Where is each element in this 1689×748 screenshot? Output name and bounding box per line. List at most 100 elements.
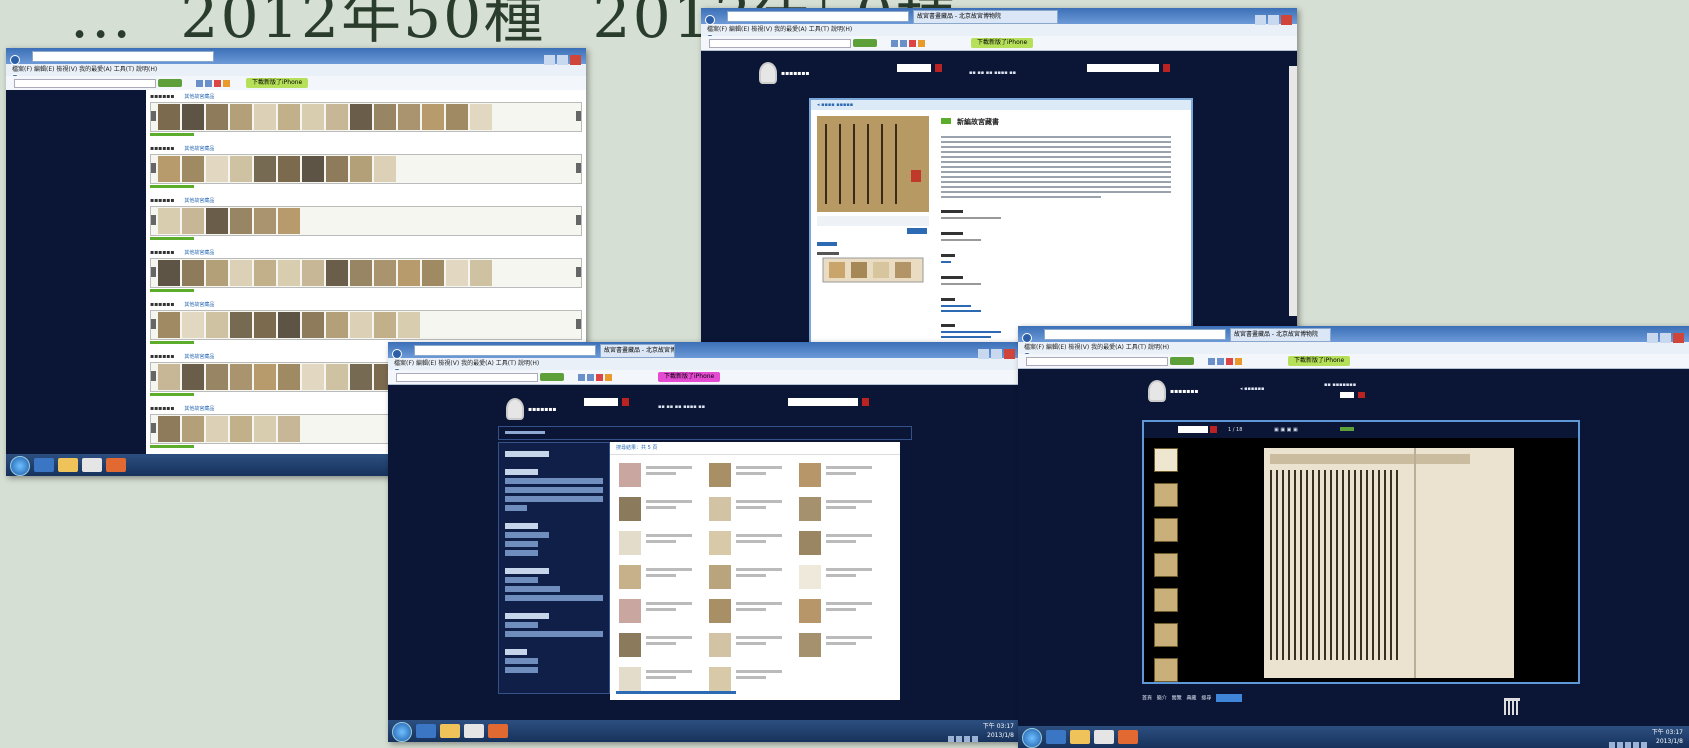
- result-thumbnail[interactable]: [799, 463, 821, 487]
- site-search-select[interactable]: [584, 398, 618, 406]
- scroll-image[interactable]: [817, 116, 929, 212]
- toolbar-search-input[interactable]: [14, 79, 156, 88]
- artwork-thumbnail[interactable]: [230, 156, 252, 182]
- artwork-thumbnail[interactable]: [326, 364, 348, 390]
- artwork-thumbnail[interactable]: [182, 364, 204, 390]
- artwork-thumbnail[interactable]: [326, 260, 348, 286]
- artwork-thumbnail[interactable]: [254, 364, 276, 390]
- taskbar-folder-icon[interactable]: [440, 724, 460, 738]
- taskbar-ppt-icon[interactable]: [1118, 730, 1138, 744]
- gallery-row[interactable]: ▪▪▪▪▪▪ 其他故宮藏品: [150, 246, 582, 298]
- artwork-thumbnail[interactable]: [398, 312, 420, 338]
- strip-prev-arrow[interactable]: [151, 319, 156, 329]
- promo-button[interactable]: 下載新版了iPhone: [246, 78, 309, 88]
- filter-sidebar[interactable]: [498, 442, 610, 694]
- artwork-thumbnail[interactable]: [422, 104, 444, 130]
- strip-next-arrow[interactable]: [576, 267, 581, 277]
- viewer-select[interactable]: [1178, 426, 1208, 433]
- promo-button[interactable]: 下載新版了iPhone: [971, 38, 1034, 48]
- window-controls[interactable]: [542, 50, 582, 65]
- gallery-row-more-link[interactable]: 其他故宮藏品: [184, 94, 214, 100]
- result-item[interactable]: [706, 529, 790, 559]
- browser-window-detail[interactable]: 故宮書畫藏品 - 北京故宮博物院 檔案(F) 編輯(E) 檢視(V) 我的最愛(…: [701, 8, 1297, 380]
- artwork-thumbnail[interactable]: [230, 104, 252, 130]
- artwork-thumbnail[interactable]: [254, 312, 276, 338]
- result-thumbnail[interactable]: [619, 667, 641, 691]
- address-bar[interactable]: [32, 51, 214, 62]
- artwork-thumbnail[interactable]: [302, 312, 324, 338]
- result-thumbnail[interactable]: [619, 463, 641, 487]
- address-bar[interactable]: [414, 345, 596, 356]
- strip-scroll-indicator[interactable]: [150, 185, 194, 188]
- artwork-thumbnail[interactable]: [254, 416, 276, 442]
- result-thumbnail[interactable]: [619, 599, 641, 623]
- image-tools[interactable]: [907, 228, 927, 234]
- artwork-thumbnail[interactable]: [302, 364, 324, 390]
- result-item[interactable]: [796, 597, 880, 627]
- zoom-controls[interactable]: ▣ ▣ ▣ ▣: [1274, 427, 1298, 433]
- result-thumbnail[interactable]: [709, 531, 731, 555]
- thumbnail-strip[interactable]: [150, 102, 582, 132]
- menu-bar[interactable]: 檔案(F) 編輯(E) 檢視(V) 我的最愛(A) 工具(T) 說明(H): [701, 24, 1297, 36]
- artwork-thumbnail[interactable]: [326, 104, 348, 130]
- page-thumbnails[interactable]: [1150, 448, 1182, 682]
- artwork-thumbnail[interactable]: [326, 156, 348, 182]
- gallery-row[interactable]: ▪▪▪▪▪▪ 其他故宮藏品: [150, 194, 582, 246]
- strip-scroll-indicator[interactable]: [150, 393, 194, 396]
- browser-nav-buttons[interactable]: [392, 344, 410, 378]
- result-item[interactable]: [616, 563, 700, 593]
- result-item[interactable]: [796, 563, 880, 593]
- result-thumbnail[interactable]: [799, 497, 821, 521]
- result-thumbnail[interactable]: [709, 633, 731, 657]
- result-thumbnail[interactable]: [799, 633, 821, 657]
- artwork-thumbnail[interactable]: [182, 312, 204, 338]
- artwork-thumbnail[interactable]: [206, 364, 228, 390]
- result-item[interactable]: [616, 529, 700, 559]
- result-item[interactable]: [616, 461, 700, 491]
- strip-prev-arrow[interactable]: [151, 423, 156, 433]
- result-item[interactable]: [706, 461, 790, 491]
- artwork-thumbnail[interactable]: [254, 260, 276, 286]
- strip-prev-arrow[interactable]: [151, 111, 156, 121]
- toolbar-search-button[interactable]: [1170, 357, 1194, 365]
- taskbar-clock[interactable]: 下午 03:17 2013/1/8: [1652, 728, 1683, 746]
- address-bar[interactable]: [727, 11, 909, 22]
- browser-nav-buttons[interactable]: [1022, 328, 1040, 362]
- footer-link-browse[interactable]: 閱覽: [1172, 696, 1182, 702]
- result-thumbnail[interactable]: [799, 599, 821, 623]
- artwork-thumbnail[interactable]: [206, 312, 228, 338]
- viewer-select-button[interactable]: [1210, 426, 1217, 433]
- result-item[interactable]: [706, 563, 790, 593]
- toolbar-search-input[interactable]: [709, 39, 851, 48]
- artwork-thumbnail[interactable]: [278, 208, 300, 234]
- artwork-thumbnail[interactable]: [350, 312, 372, 338]
- artwork-thumbnail[interactable]: [158, 416, 180, 442]
- menu-bar[interactable]: 檔案(F) 編輯(E) 檢視(V) 我的最愛(A) 工具(T) 說明(H): [388, 358, 1020, 370]
- browser-tab[interactable]: 故宮書畫藏品 - 北京故宮博物院: [600, 344, 675, 358]
- artwork-thumbnail[interactable]: [230, 208, 252, 234]
- thumbnail-strip[interactable]: [150, 206, 582, 236]
- thumbnail-strip[interactable]: [150, 310, 582, 340]
- gallery-row[interactable]: ▪▪▪▪▪▪ 其他故宮藏品: [150, 90, 582, 142]
- strip-next-arrow[interactable]: [576, 215, 581, 225]
- scrollbar[interactable]: [1289, 66, 1297, 316]
- artwork-thumbnail[interactable]: [446, 104, 468, 130]
- result-item[interactable]: [616, 597, 700, 627]
- artwork-thumbnail[interactable]: [182, 260, 204, 286]
- taskbar-ppt-icon[interactable]: [488, 724, 508, 738]
- png-link[interactable]: [1340, 427, 1354, 431]
- system-tray[interactable]: [1609, 733, 1649, 748]
- strip-prev-arrow[interactable]: [151, 215, 156, 225]
- strip-scroll-indicator[interactable]: [150, 133, 194, 136]
- site-search-select[interactable]: [897, 64, 931, 72]
- artwork-thumbnail[interactable]: [422, 260, 444, 286]
- strip-next-arrow[interactable]: [576, 163, 581, 173]
- artwork-thumbnail[interactable]: [182, 416, 204, 442]
- artwork-thumbnail[interactable]: [398, 260, 420, 286]
- artwork-thumbnail[interactable]: [446, 260, 468, 286]
- artwork-thumbnail[interactable]: [350, 364, 372, 390]
- gallery-row-more-link[interactable]: 其他故宮藏品: [184, 302, 214, 308]
- site-keyword-input[interactable]: [788, 398, 858, 406]
- results-count[interactable]: 搜尋結果：共 5 頁: [610, 442, 900, 455]
- site-nav-links[interactable]: ▪▪ ▪▪ ▪▪ ▪▪▪▪ ▪▪: [969, 70, 1016, 76]
